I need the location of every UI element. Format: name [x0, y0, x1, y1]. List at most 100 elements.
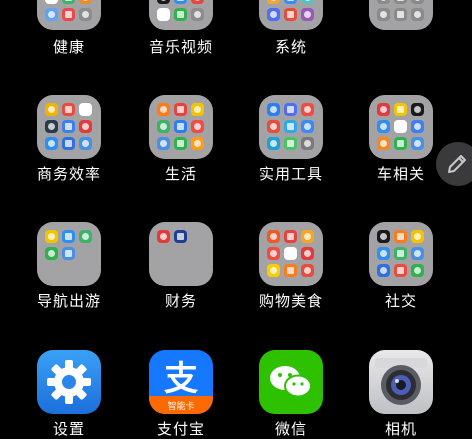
mini-app-icon: [191, 0, 204, 4]
mini-app-icon: [267, 137, 280, 150]
mini-app-icon: [157, 8, 170, 21]
mini-app-icon: [394, 8, 407, 21]
mini-app-icon: [301, 137, 314, 150]
mini-app-icon: [62, 8, 75, 21]
folder-health-preview: [37, 0, 101, 30]
mini-app-icon: [45, 120, 58, 133]
folder-system-preview: [259, 0, 323, 30]
mini-app-icon: [157, 230, 170, 243]
mini-app-icon: [284, 120, 297, 133]
mini-app-icon: [284, 247, 297, 260]
mini-app-icon: [191, 137, 204, 150]
mini-app-icon: [377, 137, 390, 150]
mini-app-icon: [191, 264, 204, 277]
folder-label: 导航出游: [36, 292, 101, 310]
mini-app-icon: [45, 0, 58, 4]
mini-app-icon: [301, 0, 314, 4]
mini-app-icon: [377, 8, 390, 21]
mini-app-icon: [411, 264, 424, 277]
mini-app-icon: [394, 247, 407, 260]
mini-app-icon: [174, 120, 187, 133]
mini-app-icon: [411, 137, 424, 150]
mini-app-icon: [301, 103, 314, 116]
mini-app-icon: [79, 137, 92, 150]
mini-app-icon: [62, 264, 75, 277]
mini-app-icon: [377, 230, 390, 243]
mini-app-icon: [394, 0, 407, 4]
mini-app-icon: [267, 103, 280, 116]
mini-app-icon: [174, 137, 187, 150]
mini-app-icon: [394, 103, 407, 116]
folder-unlabeled-preview: [369, 0, 433, 30]
mini-app-icon: [62, 103, 75, 116]
mini-app-icon: [79, 0, 92, 4]
mini-app-icon: [301, 230, 314, 243]
mini-app-icon: [174, 103, 187, 116]
folder-label: 系统: [274, 38, 307, 56]
mini-app-icon: [79, 120, 92, 133]
mini-app-icon: [157, 247, 170, 260]
folder-label: 健康: [52, 38, 85, 56]
mini-app-icon: [284, 264, 297, 277]
mini-app-icon: [157, 264, 170, 277]
mini-app-icon: [174, 8, 187, 21]
folder-label: 生活: [164, 165, 197, 183]
mini-app-icon: [267, 264, 280, 277]
pencil-icon[interactable]: [436, 142, 472, 186]
mini-app-icon: [411, 0, 424, 4]
mini-app-icon: [284, 230, 297, 243]
mini-app-icon: [191, 247, 204, 260]
mini-app-icon: [45, 103, 58, 116]
folder-life-preview: [149, 95, 213, 159]
mini-app-icon: [301, 120, 314, 133]
folder-label: 车相关: [376, 165, 425, 183]
settings-gear-icon: [37, 350, 101, 414]
mini-app-icon: [411, 103, 424, 116]
mini-app-icon: [394, 264, 407, 277]
mini-app-icon: [157, 137, 170, 150]
mini-app-icon: [62, 120, 75, 133]
mini-app-icon: [62, 137, 75, 150]
mini-app-icon: [394, 120, 407, 133]
mini-app-icon: [174, 264, 187, 277]
folder-label: 财务: [164, 292, 197, 310]
mini-app-icon: [267, 8, 280, 21]
folder-label: 商务效率: [36, 165, 101, 183]
mini-app-icon: [267, 120, 280, 133]
mini-app-icon: [284, 137, 297, 150]
mini-app-icon: [301, 247, 314, 260]
mini-app-icon: [191, 103, 204, 116]
camera-icon: [369, 350, 433, 414]
mini-app-icon: [45, 137, 58, 150]
mini-app-icon: [191, 120, 204, 133]
folder-finance-preview: [149, 222, 213, 286]
alipay-icon: 支 智能卡: [149, 350, 213, 414]
app-label: 微信: [274, 420, 307, 438]
mini-app-icon: [377, 120, 390, 133]
folder-label: 购物美食: [258, 292, 323, 310]
alipay-badge: 智能卡: [167, 402, 195, 412]
mini-app-icon: [79, 8, 92, 21]
app-label: 设置: [52, 420, 85, 438]
folder-social-preview: [369, 222, 433, 286]
mini-app-icon: [284, 0, 297, 4]
mini-app-icon: [174, 230, 187, 243]
mini-app-icon: [191, 230, 204, 243]
mini-app-icon: [191, 8, 204, 21]
svg-text:支: 支: [164, 359, 198, 399]
mini-app-icon: [157, 103, 170, 116]
mini-app-icon: [267, 247, 280, 260]
folder-tools-preview: [259, 95, 323, 159]
mini-app-icon: [377, 247, 390, 260]
mini-app-icon: [301, 8, 314, 21]
mini-app-icon: [267, 0, 280, 4]
mini-app-icon: [45, 264, 58, 277]
app-label: 相机: [384, 420, 417, 438]
mini-app-icon: [267, 230, 280, 243]
folder-navigation-travel-preview: [37, 222, 101, 286]
folder-shopping-food-preview: [259, 222, 323, 286]
mini-app-icon: [377, 103, 390, 116]
folder-label: 实用工具: [258, 165, 323, 183]
mini-app-icon: [284, 103, 297, 116]
mini-app-icon: [62, 247, 75, 260]
